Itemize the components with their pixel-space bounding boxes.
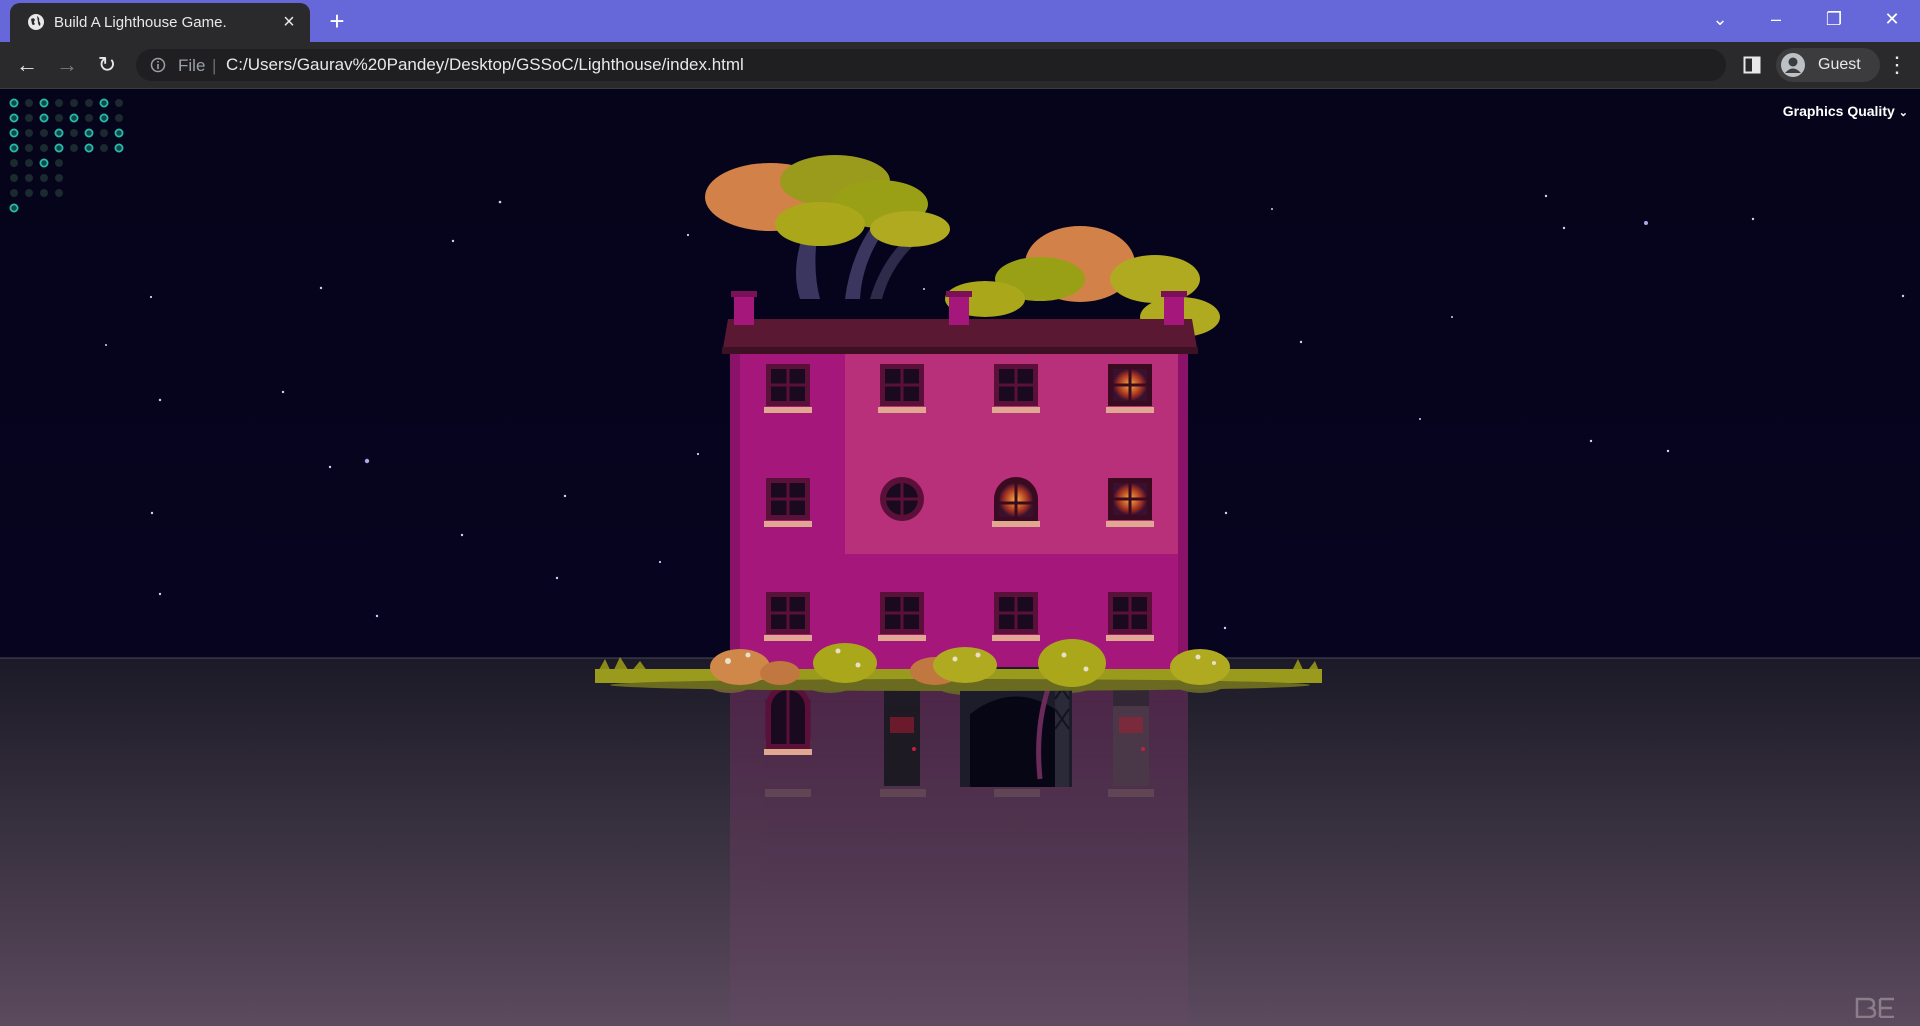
- info-icon[interactable]: [150, 57, 166, 73]
- reload-icon[interactable]: ↻: [93, 51, 121, 79]
- browser-toolbar: ← → ↻ File | C:/Users/Gaurav%20Pandey/De…: [0, 42, 1920, 89]
- tab-strip: Build A Lighthouse Game. × + ⌄ – ❐ ✕: [0, 0, 1920, 42]
- minimize-icon[interactable]: –: [1750, 0, 1802, 38]
- browser-tab[interactable]: Build A Lighthouse Game. ×: [10, 3, 310, 42]
- account-circle-icon: [1781, 53, 1805, 77]
- address-bar[interactable]: File | C:/Users/Gaurav%20Pandey/Desktop/…: [136, 49, 1726, 81]
- game-viewport[interactable]: Graphics Quality ⌄: [0, 89, 1920, 1026]
- chevron-down-icon[interactable]: ⌄: [1694, 0, 1746, 38]
- globe-icon: [28, 14, 44, 30]
- scheme-label: File: [178, 56, 206, 75]
- url-text[interactable]: C:/Users/Gaurav%20Pandey/Desktop/GSSoC/L…: [226, 55, 744, 75]
- close-icon[interactable]: ×: [278, 11, 300, 33]
- profile-name: Guest: [1818, 56, 1861, 73]
- close-icon[interactable]: ✕: [1866, 0, 1918, 38]
- kebab-menu-icon[interactable]: ⋮: [1886, 51, 1908, 79]
- plus-icon[interactable]: +: [322, 6, 352, 36]
- profile-button[interactable]: Guest: [1776, 48, 1880, 82]
- townhouse-island-illustration: [0, 155, 1920, 1026]
- side-panel-icon[interactable]: [1743, 56, 1761, 74]
- performance-monitor: [9, 98, 124, 213]
- chevron-down-icon: ⌄: [1898, 107, 1908, 119]
- forward-arrow-icon[interactable]: →: [53, 51, 81, 79]
- scheme-separator: |: [212, 56, 217, 75]
- tab-title: Build A Lighthouse Game.: [54, 14, 227, 31]
- graphics-quality-label: Graphics Quality: [1782, 103, 1895, 119]
- restore-icon[interactable]: ❐: [1808, 0, 1860, 38]
- be-logo-icon: [1855, 997, 1894, 1018]
- back-arrow-icon[interactable]: ←: [13, 51, 41, 79]
- graphics-quality-dropdown[interactable]: Graphics Quality ⌄: [1783, 103, 1908, 119]
